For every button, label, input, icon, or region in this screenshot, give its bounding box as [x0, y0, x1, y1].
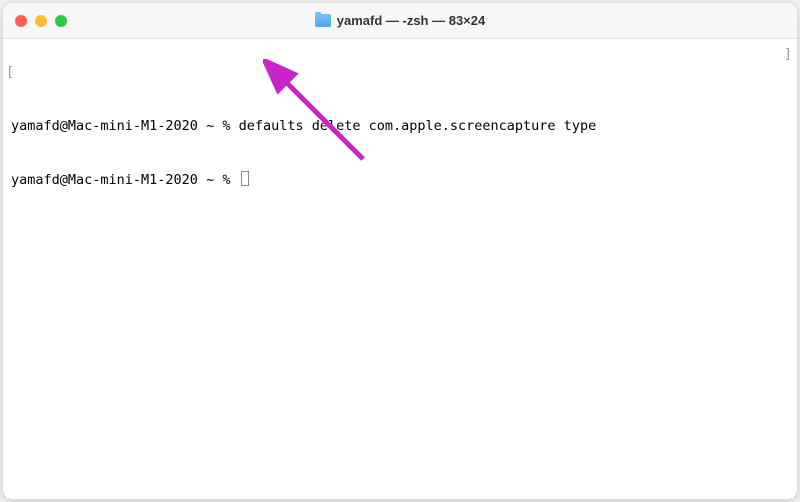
folder-icon: [315, 14, 331, 27]
prompt-text: yamafd@Mac-mini-M1-2020 ~ %: [11, 171, 239, 189]
cursor: [241, 171, 249, 186]
prompt-text: yamafd@Mac-mini-M1-2020 ~ %: [11, 117, 239, 135]
command-text: defaults delete com.apple.screencapture …: [239, 117, 597, 135]
window-title: yamafd — -zsh — 83×24: [315, 13, 485, 28]
minimize-button[interactable]: [35, 15, 47, 27]
left-bracket: [: [6, 63, 14, 81]
terminal-line: yamafd@Mac-mini-M1-2020 ~ %: [11, 171, 789, 189]
window-title-text: yamafd — -zsh — 83×24: [337, 13, 485, 28]
terminal-line: yamafd@Mac-mini-M1-2020 ~ % defaults del…: [11, 117, 789, 135]
traffic-lights: [15, 15, 67, 27]
close-button[interactable]: [15, 15, 27, 27]
terminal-window: yamafd — -zsh — 83×24 [ ] yamafd@Mac-min…: [3, 3, 797, 499]
right-bracket: ]: [784, 45, 792, 63]
maximize-button[interactable]: [55, 15, 67, 27]
titlebar[interactable]: yamafd — -zsh — 83×24: [3, 3, 797, 39]
terminal-body[interactable]: [ ] yamafd@Mac-mini-M1-2020 ~ % defaults…: [3, 39, 797, 499]
